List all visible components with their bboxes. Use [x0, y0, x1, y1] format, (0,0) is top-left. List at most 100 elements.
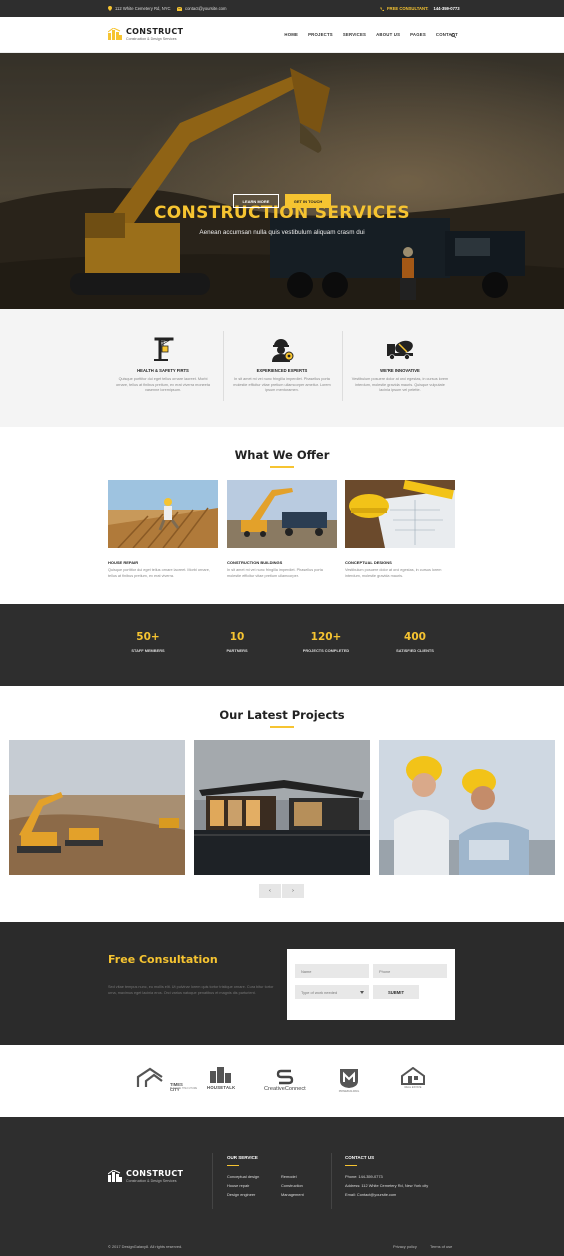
footer-link[interactable]: Design engineer	[227, 1192, 255, 1197]
phone-number[interactable]: 144-359-0773	[433, 6, 459, 11]
nav-home[interactable]: HOME	[284, 32, 298, 37]
consult-phone-item[interactable]: FREE CONSULTANT: 144-359-0773	[380, 6, 460, 11]
submit-button[interactable]: SUBMIT	[373, 985, 419, 999]
mixer-truck-icon	[387, 340, 413, 360]
stat-label: PROJECTS COMPLETED	[302, 648, 350, 653]
feature-text: Quisque porttitor dui eget tellus ornare…	[116, 377, 210, 393]
contact-address: Address: 112 White Cemetery Rd, New York…	[345, 1183, 429, 1188]
stat-partners: 10 PARTNERS	[187, 631, 287, 653]
footer-logo[interactable]: CONSTRUCT Construction & Design Services	[108, 1169, 183, 1183]
our-service-heading: OUR SERVICE	[227, 1155, 258, 1160]
offer-item-text: Quisque porttitor dui eget tellus ornare…	[108, 568, 210, 578]
project-image	[379, 740, 555, 875]
offer-construction-buildings[interactable]: CONSTRUCTION BUILDINGS In sit amet mi ve…	[227, 480, 337, 579]
stat-number: 10	[229, 631, 245, 643]
partner-name: HOUSETALK	[207, 1085, 236, 1090]
offer-conceptual-designs[interactable]: CONCEPTUAL DESIGNS Vestibulum posuere do…	[345, 480, 455, 579]
brand-tagline: Construction & Design Services	[126, 37, 177, 41]
feature-safety: HEALTH & SAFETY FIRTS Quisque porttitor …	[108, 336, 218, 394]
feature-innovative: WE'RE INNOVATIVE Vestibulum posuere dolo…	[345, 336, 455, 394]
conceptual-designs-image	[345, 480, 455, 548]
top-bar: 112 White Cemetery Rd, NYC contact@yours…	[0, 0, 564, 17]
address-item: 112 White Cemetery Rd, NYC	[108, 6, 171, 11]
contact-email[interactable]: Email: Contact@yoursite.com	[345, 1192, 396, 1197]
work-type-select[interactable]: Type of work needed	[295, 985, 369, 999]
partner-name: CreativeConnect	[264, 1086, 306, 1092]
heading-underline	[345, 1165, 357, 1166]
footer-link[interactable]: Management	[281, 1192, 304, 1197]
consult-label: FREE CONSULTANT:	[387, 6, 429, 11]
privacy-link[interactable]: Privacy policy	[393, 1244, 417, 1249]
site-header: CONSTRUCT Construction & Design Services…	[0, 17, 564, 53]
stat-label: SATISFIED CLIENTS	[396, 648, 434, 653]
brand-logo[interactable]: CONSTRUCT Construction & Design Services	[108, 27, 183, 41]
consultation-section: Free Consultation Sed vitae tempus nunc,…	[0, 922, 564, 1045]
email-item[interactable]: contact@yoursite.com	[177, 6, 227, 11]
terms-link[interactable]: Terms of use	[430, 1244, 452, 1249]
nav-about[interactable]: ABOUT US	[376, 32, 400, 37]
consultation-title: Free Consultation	[108, 953, 218, 966]
offer-item-title: HOUSE REPAIR	[108, 560, 139, 565]
stat-label: STAFF MEMBERS	[131, 648, 165, 653]
engineer-icon	[272, 339, 294, 362]
partner-real-estate[interactable]: REAL ESTATE	[400, 1067, 426, 1089]
partner-housetalk[interactable]: HOUSETALK	[207, 1067, 235, 1090]
stats-section: 50+ STAFF MEMBERS 10 PARTNERS 120+ PROJE…	[0, 604, 564, 686]
partner-sub: BUILDING THE FUTURE	[170, 1087, 198, 1090]
work-type-value: Type of work needed	[301, 989, 338, 995]
divider	[223, 331, 224, 401]
footer-link[interactable]: Conceptual design	[227, 1174, 259, 1179]
logo-buildings-icon	[108, 1170, 122, 1182]
nav-services[interactable]: SERVICES	[343, 32, 366, 37]
get-in-touch-button[interactable]: GET IN TOUCH	[285, 194, 331, 208]
feature-text: Vestibulum posuere dolor at orci egestas…	[351, 377, 449, 393]
consultation-text: Sed vitae tempus nunc, eu mollis elit. U…	[108, 985, 274, 995]
footer-link[interactable]: House repair	[227, 1183, 249, 1188]
stat-number: 400	[404, 631, 426, 643]
phone-field[interactable]: Phone	[373, 964, 447, 978]
logo-buildings-icon	[108, 28, 122, 40]
divider	[212, 1153, 213, 1209]
nav-projects[interactable]: PROJECTS	[308, 32, 333, 37]
main-nav: HOME PROJECTS SERVICES ABOUT US PAGES CO…	[284, 32, 458, 37]
offer-house-repair[interactable]: HOUSE REPAIR Quisque porttitor dui eget …	[108, 480, 218, 579]
brand-name: CONSTRUCT	[126, 27, 184, 36]
feature-text: In sit amet mi vei nunc fringilla imperd…	[233, 377, 331, 393]
hero-subtitle: Aenean accumsan nulla quis vestibulum al…	[199, 229, 365, 236]
crane-icon	[154, 337, 174, 361]
chevron-down-icon	[360, 991, 364, 994]
stat-label: PARTNERS	[226, 648, 248, 653]
divider	[342, 331, 343, 401]
partner-primebuilding[interactable]: PRIMEBUILDING	[338, 1067, 360, 1093]
partner-sub: PRIMEBUILDING	[338, 1090, 360, 1093]
partner-sub: REAL ESTATE	[404, 1086, 422, 1089]
title-underline	[270, 466, 294, 468]
stat-staff: 50+ STAFF MEMBERS	[98, 631, 198, 653]
features-section: HEALTH & SAFETY FIRTS Quisque porttitor …	[0, 309, 564, 427]
offer-item-text: In sit amet mi vei nunc fringilla imperd…	[227, 568, 323, 578]
offer-item-title: CONSTRUCTION BUILDINGS	[227, 560, 283, 565]
divider	[331, 1153, 332, 1209]
email-text[interactable]: contact@yoursite.com	[185, 6, 227, 11]
project-card-excavators[interactable]	[9, 740, 185, 875]
partner-creative-connect[interactable]: CreativeConnect	[264, 1067, 306, 1092]
hero-banner: CONSTRUCTION SERVICES Aenean accumsan nu…	[0, 53, 564, 309]
project-card-modern-house[interactable]	[194, 740, 370, 875]
project-card-engineers[interactable]	[379, 740, 555, 875]
partner-times-city[interactable]: TIMES CITY BUILDING THE FUTURE	[136, 1067, 197, 1092]
search-icon[interactable]	[451, 33, 456, 38]
project-image	[194, 740, 370, 875]
map-pin-icon	[108, 6, 112, 11]
construction-buildings-image	[227, 480, 337, 548]
buildings-icon	[210, 1067, 232, 1083]
footer-link[interactable]: Construction	[281, 1183, 303, 1188]
next-arrow-button[interactable]: ›	[282, 884, 304, 898]
house-outline-icon	[401, 1067, 425, 1085]
prev-arrow-button[interactable]: ‹	[259, 884, 281, 898]
contact-phone: Phone: 144-359-0773	[345, 1174, 383, 1179]
learn-more-button[interactable]: LEARN MORE	[233, 194, 279, 208]
name-field[interactable]: Name	[295, 964, 369, 978]
footer-brand-tagline: Construction & Design Services	[126, 1179, 177, 1183]
footer-link[interactable]: Remodel	[281, 1174, 297, 1179]
nav-pages[interactable]: PAGES	[410, 32, 426, 37]
